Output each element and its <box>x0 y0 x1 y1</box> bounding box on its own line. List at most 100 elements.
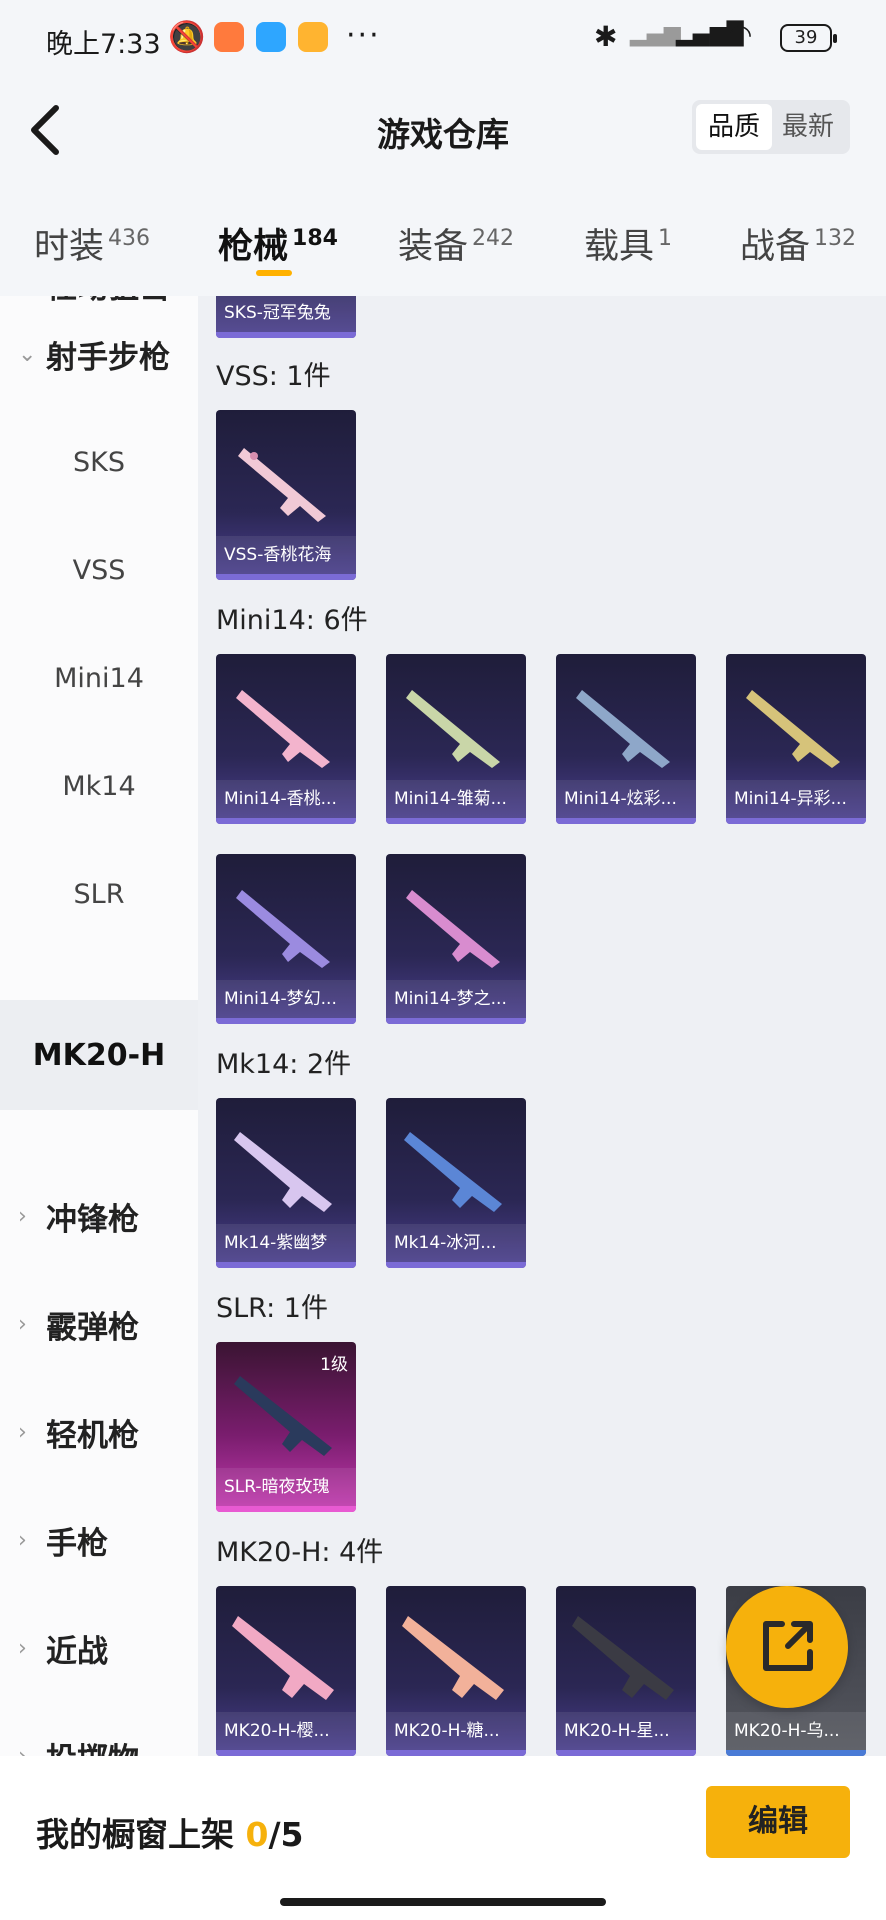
tab-count: 436 <box>108 226 151 252</box>
item-card[interactable]: Mini14-异彩... <box>726 654 866 824</box>
warehouse-page: 晚上7:33 🔕 ··· ✱ ▂▄▆ ▂▄▆█ ◠ 39 游戏仓库 品质 最新 … <box>0 0 886 1920</box>
rarity-bar <box>386 818 526 824</box>
rarity-bar <box>216 332 356 338</box>
item-card[interactable]: Mk14-冰河... <box>386 1098 526 1268</box>
sidebar-category-melee[interactable]: › 近战 <box>0 1594 198 1702</box>
edit-button[interactable]: 编辑 <box>706 1786 850 1858</box>
sidebar-item-label: SLR <box>73 878 125 910</box>
sidebar-item-sks[interactable]: SKS <box>0 408 198 516</box>
chevron-right-icon: › <box>18 1203 27 1229</box>
showcase-label: 我的橱窗上架 <box>36 1815 246 1854</box>
status-time: 晚上7:33 <box>46 29 161 60</box>
rifle-icon <box>234 1132 332 1212</box>
item-name: Mini14-异彩... <box>726 780 866 818</box>
item-card[interactable]: Mini14-梦之... <box>386 854 526 1024</box>
rifle-icon <box>236 890 330 968</box>
tab-vehicles[interactable]: 载具 1 <box>584 218 672 269</box>
tab-count: 242 <box>472 226 515 252</box>
item-name: MK20-H-樱... <box>216 1712 356 1750</box>
tab-count: 1 <box>658 226 673 252</box>
rarity-bar <box>386 1018 526 1024</box>
rifle-icon <box>746 690 840 768</box>
item-card[interactable]: 1级 SLR-暗夜玫瑰 <box>216 1342 356 1512</box>
sidebar-category-throwable[interactable]: › 投掷物 <box>0 1702 198 1757</box>
bottom-bar: 我的橱窗上架 0/5 编辑 <box>0 1756 886 1920</box>
sort-option-quality[interactable]: 品质 <box>696 104 772 150</box>
rifle-icon <box>238 448 326 522</box>
tab-equipment[interactable]: 装备 242 <box>398 218 514 269</box>
share-icon <box>763 1621 813 1671</box>
rarity-bar <box>216 818 356 824</box>
item-card[interactable]: Mini14-雏菊... <box>386 654 526 824</box>
item-card[interactable]: Mini14-香桃... <box>216 654 356 824</box>
rifle-icon <box>406 690 500 768</box>
app-notification-icon <box>298 22 328 52</box>
sidebar-item-slr[interactable]: SLR <box>0 840 198 948</box>
rifle-icon <box>234 1376 332 1456</box>
chevron-right-icon: › <box>18 1419 27 1445</box>
item-card[interactable]: MK20-H-星... <box>556 1586 696 1756</box>
sidebar-item-mk20h[interactable]: MK20-H <box>0 1000 198 1110</box>
item-card[interactable]: MK20-H-糖... <box>386 1586 526 1756</box>
rarity-bar <box>556 818 696 824</box>
sidebar-category-smg[interactable]: › 冲锋枪 <box>0 1162 198 1270</box>
sort-option-newest[interactable]: 最新 <box>770 104 846 150</box>
rarity-bar <box>726 818 866 824</box>
item-name: Mk14-冰河... <box>386 1224 526 1262</box>
rarity-bar <box>216 574 356 580</box>
sidebar-category-shotgun[interactable]: › 霰弹枪 <box>0 1270 198 1378</box>
chevron-right-icon: › <box>18 1311 27 1337</box>
item-name: Mk14-紫幽梦 <box>216 1224 356 1262</box>
showcase-count: 0 <box>245 1815 269 1854</box>
item-card[interactable]: VSS-香桃花海 <box>216 410 356 580</box>
signal-icon: ▂▄▆ <box>630 22 681 47</box>
section-title: MK20-H: 4件 <box>216 1537 384 1568</box>
rifle-icon <box>406 890 500 968</box>
sidebar-item-label: Mini14 <box>54 662 144 694</box>
item-card[interactable]: SKS-冠军兔兔 <box>216 296 356 338</box>
item-name: MK20-H-糖... <box>386 1712 526 1750</box>
rifle-icon <box>576 690 670 768</box>
tab-count: 132 <box>814 226 857 252</box>
rifle-icon <box>572 1616 674 1700</box>
section-title: VSS: 1件 <box>216 361 331 392</box>
sidebar-item-mk14[interactable]: Mk14 <box>0 732 198 840</box>
status-bar: 晚上7:33 🔕 ··· ✱ ▂▄▆ ▂▄▆█ ◠ 39 <box>0 0 886 78</box>
sidebar-category-pistol[interactable]: › 手枪 <box>0 1486 198 1594</box>
tab-label: 载具 <box>584 227 655 267</box>
sidebar-item-label: VSS <box>72 554 126 586</box>
item-name: Mini14-炫彩... <box>556 780 696 818</box>
item-name: SKS-冠军兔兔 <box>216 296 356 332</box>
item-name: Mini14-梦幻... <box>216 980 356 1018</box>
home-indicator[interactable] <box>280 1898 606 1906</box>
tab-guns[interactable]: 枪械 184 <box>218 218 338 269</box>
item-name: Mini14-雏菊... <box>386 780 526 818</box>
app-notification-icon <box>214 22 244 52</box>
sidebar-category-label: 近战 <box>46 1633 108 1670</box>
tab-supplies[interactable]: 战备 132 <box>740 218 856 269</box>
item-card[interactable]: Mini14-梦幻... <box>216 854 356 1024</box>
share-button[interactable] <box>726 1586 848 1708</box>
sidebar-category-label: 手枪 <box>46 1525 108 1562</box>
chevron-right-icon: › <box>18 1635 27 1661</box>
sidebar-item-vss[interactable]: VSS <box>0 516 198 624</box>
tab-label: 时装 <box>34 227 105 267</box>
sidebar: › 栓动狙击 ⌄ 射手步枪 SKS VSS Mini14 Mk14 SLR MK… <box>0 296 198 1756</box>
app-header: 游戏仓库 品质 最新 <box>0 78 886 188</box>
mute-icon: 🔕 <box>168 20 206 55</box>
chevron-down-icon: ⌄ <box>18 341 37 367</box>
battery-icon: 39 <box>780 24 837 52</box>
item-card[interactable]: Mini14-炫彩... <box>556 654 696 824</box>
item-card[interactable]: MK20-H-樱... <box>216 1586 356 1756</box>
sidebar-category-marksman[interactable]: ⌄ 射手步枪 <box>0 300 198 408</box>
rarity-bar <box>386 1262 526 1268</box>
sidebar-item-mini14[interactable]: Mini14 <box>0 624 198 732</box>
item-card[interactable]: Mk14-紫幽梦 <box>216 1098 356 1268</box>
tab-count: 184 <box>292 226 338 252</box>
tab-label: 枪械 <box>218 227 289 267</box>
sort-toggle: 品质 最新 <box>692 100 850 154</box>
sidebar-item-label: Mk14 <box>62 770 136 802</box>
sidebar-category-lmg[interactable]: › 轻机枪 <box>0 1378 198 1486</box>
wifi-icon: ◠ <box>728 18 753 51</box>
tab-fashion[interactable]: 时装 436 <box>34 218 150 269</box>
